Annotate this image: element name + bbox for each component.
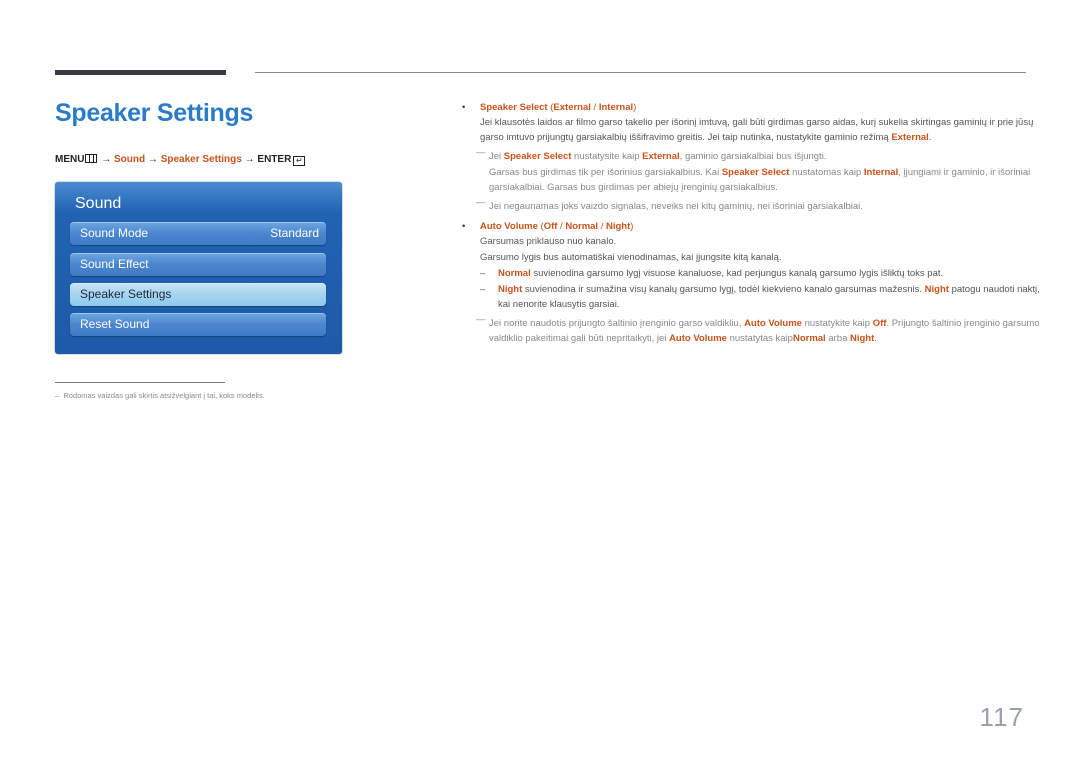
bullet-icon: • xyxy=(462,102,466,113)
speaker-select-note-1-cont: Garsas bus girdimas tik per išorinius ga… xyxy=(462,165,1042,195)
highlight: Internal xyxy=(863,167,899,178)
menu-path-speaker-settings: Speaker Settings xyxy=(160,154,242,165)
highlight: Auto Volume xyxy=(669,333,727,344)
enter-label: ENTER xyxy=(257,154,292,165)
text: suvienodina ir sumažina visų kanalų gars… xyxy=(522,284,925,295)
highlight: Normal xyxy=(792,333,826,344)
text: nustatysite kaip xyxy=(571,151,643,162)
highlight: Speaker Select xyxy=(503,151,572,162)
header-rule-thin xyxy=(255,72,1026,73)
osd-title: Sound xyxy=(75,195,122,212)
bullet-icon: • xyxy=(462,221,466,232)
auto-volume-desc-1: Garsumas priklauso nuo kanalo. xyxy=(480,236,617,247)
highlight: External xyxy=(642,151,680,162)
highlight: Normal xyxy=(498,268,531,279)
option-night: Night xyxy=(606,221,631,232)
note-dash-icon: ― xyxy=(476,314,486,325)
option-external: External xyxy=(553,102,591,113)
text: . xyxy=(874,333,877,344)
sound-menu-osd: Sound Sound Mode Standard Sound Effect S… xyxy=(55,182,342,354)
text: . xyxy=(928,132,932,143)
footnote: – Rodomas vaizdas gali skirtis atsižvelg… xyxy=(55,391,265,400)
arrow: → xyxy=(244,154,255,165)
speaker-select-note-1: ― Jei Speaker Select nustatysite kaip Ext… xyxy=(462,147,1042,164)
note-dash-icon: ― xyxy=(476,197,486,208)
speaker-select-name: Speaker Select xyxy=(480,102,548,113)
separator: / xyxy=(598,221,606,232)
auto-volume-sub-night: – Night suvienodina ir sumažina visų kana… xyxy=(462,282,1042,312)
osd-item-reset-sound[interactable]: Reset Sound xyxy=(70,313,326,336)
page-number: 117 xyxy=(979,702,1024,732)
footnote-rule xyxy=(55,382,225,383)
dash-icon: – xyxy=(480,284,486,295)
dash-icon: – xyxy=(480,268,486,279)
footnote-dash: – xyxy=(55,391,60,400)
highlight: Night xyxy=(498,284,523,295)
option-off: Off xyxy=(543,221,558,232)
speaker-select-description: Jei klausotės laidos ar filmo garso take… xyxy=(462,115,1042,145)
paren: ) xyxy=(633,102,637,113)
option-normal: Normal xyxy=(565,221,599,232)
osd-item-sound-mode[interactable]: Sound Mode Standard xyxy=(70,222,326,245)
osd-item-speaker-settings[interactable]: Speaker Settings xyxy=(70,283,326,306)
separator: / xyxy=(590,102,599,113)
menu-path: MENU → Sound → Speaker Settings → ENTER ↵ xyxy=(55,154,306,166)
arrow: → xyxy=(101,154,112,165)
highlight: Auto Volume xyxy=(744,318,802,329)
note-dash-icon: ― xyxy=(476,147,486,158)
auto-volume-note: ― Jei norite naudotis prijungto šaltinio … xyxy=(462,314,1042,346)
text: Jei klausotės laidos ar filmo garso take… xyxy=(480,117,1034,143)
speaker-select-note-2: ― Jei negaunamas joks vaizdo signalas, ne… xyxy=(462,197,1042,214)
osd-item-sound-effect[interactable]: Sound Effect xyxy=(70,253,326,276)
osd-item-value: Standard xyxy=(270,226,319,240)
highlight: External xyxy=(891,132,929,143)
auto-volume-desc-2: Garsumo lygis bus automatiškai vienodina… xyxy=(480,252,782,263)
highlight: Night xyxy=(924,284,949,295)
text: nustatykite kaip xyxy=(801,318,873,329)
text: arba xyxy=(825,333,850,344)
menu-label: MENU xyxy=(55,154,85,165)
text: Jei xyxy=(489,151,504,162)
text: suvienodina garsumo lygį visuose kanaluo… xyxy=(530,268,944,279)
osd-item-label: Speaker Settings xyxy=(80,287,172,301)
text: Jei negaunamas joks vaizdo signalas, nev… xyxy=(489,201,863,212)
footnote-text: Rodomas vaizdas gali skirtis atsižvelgia… xyxy=(63,391,265,400)
highlight: Off xyxy=(872,318,887,329)
arrow: → xyxy=(147,154,158,165)
highlight: Speaker Select xyxy=(721,167,790,178)
text: nustatytas kaip xyxy=(726,333,793,344)
menu-icon xyxy=(85,154,98,163)
menu-path-sound: Sound xyxy=(114,154,146,165)
header-rule-thick xyxy=(55,70,226,75)
speaker-select-heading: • Speaker Select (External / Internal) xyxy=(462,100,1042,115)
osd-item-label: Reset Sound xyxy=(80,317,150,331)
osd-item-label: Sound Mode xyxy=(80,226,149,240)
highlight: Night xyxy=(850,333,875,344)
page-title: Speaker Settings xyxy=(55,99,254,127)
paren: ) xyxy=(630,221,634,232)
option-internal: Internal xyxy=(598,102,634,113)
auto-volume-name: Auto Volume xyxy=(480,221,538,232)
osd-item-label: Sound Effect xyxy=(80,257,149,271)
text: nustatomas kaip xyxy=(789,167,864,178)
auto-volume-sub-normal: – Normal suvienodina garsumo lygį visuose… xyxy=(462,266,1042,281)
content-column: • Speaker Select (External / Internal) Je… xyxy=(462,100,1042,346)
text: Garsas bus girdimas tik per išorinius ga… xyxy=(489,167,722,178)
enter-icon: ↵ xyxy=(293,156,306,166)
auto-volume-heading: • Auto Volume (Off / Normal / Night) xyxy=(462,219,1042,234)
text: , gaminio garsiakalbiai bus išjungti. xyxy=(679,151,827,162)
text: Jei norite naudotis prijungto šaltinio į… xyxy=(489,318,745,329)
